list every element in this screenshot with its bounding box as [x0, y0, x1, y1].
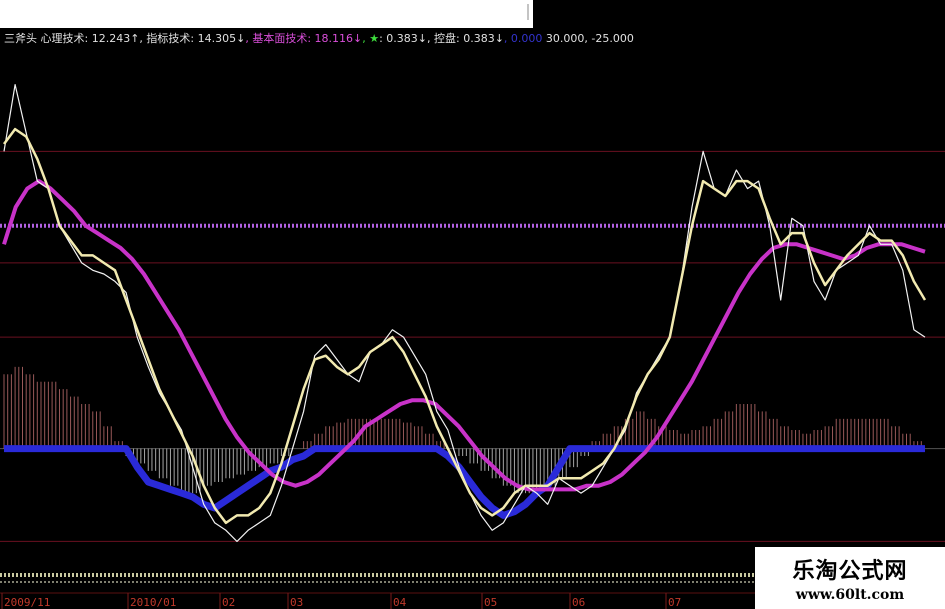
- x-tick-label: 2010/01: [130, 596, 176, 609]
- legend-item: : 0.383↓: [379, 32, 428, 45]
- indicator-chart: 2009/11 2010/01 02 03 04 05 06 07: [0, 0, 945, 609]
- legend-item: , 基本面技术: 18.116↓: [245, 32, 363, 45]
- x-tick-label: 07: [668, 596, 681, 609]
- x-tick-label: 04: [393, 596, 407, 609]
- watermark-logo: 乐淘公式网 www.60lt.com: [755, 547, 945, 609]
- legend-item: 30.000: [542, 32, 585, 45]
- watermark-title: 乐淘公式网: [792, 558, 908, 584]
- legend-item: 三斧头: [4, 32, 41, 45]
- legend-item: , 0.000: [503, 32, 543, 45]
- x-tick-label: 06: [572, 596, 585, 609]
- legend-item: , ★: [362, 32, 380, 45]
- legend-item: , -25.000: [584, 32, 634, 45]
- x-tick-label: 05: [484, 596, 497, 609]
- x-tick-label: 2009/11: [4, 596, 50, 609]
- legend-item: , 指标技术: 14.305↓: [139, 32, 246, 45]
- indicator-legend: 三斧头 心理技术: 12.243↑, 指标技术: 14.305↓, 基本面技术:…: [4, 30, 634, 46]
- top-white-strip: [0, 0, 533, 28]
- x-tick-label: 02: [222, 596, 235, 609]
- legend-item: , 控盘: 0.383↓: [427, 32, 504, 45]
- watermark-url: www.60lt.com: [795, 587, 905, 603]
- x-tick-label: 03: [290, 596, 303, 609]
- chart-background: [0, 0, 945, 609]
- top-area: [533, 0, 945, 30]
- legend-item: 心理技术: 12.243↑: [40, 32, 140, 45]
